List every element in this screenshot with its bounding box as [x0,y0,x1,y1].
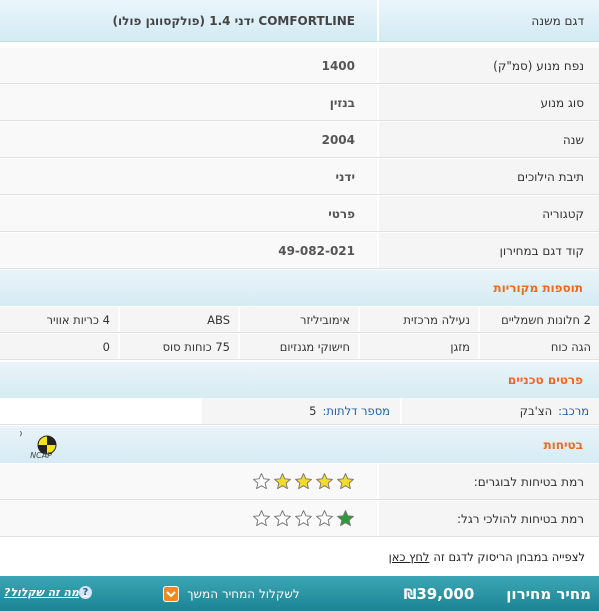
spec-row-year: שנה 2004 [0,122,599,158]
euro-ncap-logo-icon: EURO NCAP [0,430,57,460]
chevron-down-icon[interactable] [163,585,180,602]
star-filled-icon [336,509,355,528]
svg-text:EURO: EURO [20,430,22,439]
spec-value: 49-082-021 [0,233,377,268]
star-empty-icon [252,472,271,491]
price-bar: מחיר מחירון ₪39,000 לשקלול המחיר המשך ? … [0,576,599,611]
spec-row-engine-volume: נפח מנוע (סמ"ק) 1400 [0,48,599,84]
empty-cell [0,398,200,424]
price-value: ₪39,000 [400,585,475,603]
extras-row: הגה כוח מזגן חישוקי מגנזיום 75 כוחות סוס… [0,334,599,360]
model-row: דגם משנה COMFORTLINE ידני 1.4 (פולקסווגן… [0,0,599,42]
technical-row: מרכב: הצ'בק מספר דלתות: 5 [0,398,599,425]
technical-section-title: פרטים טכניים [0,362,599,398]
star-empty-icon [252,509,271,528]
weighted-price-label: לשקלול המחיר המשך [187,586,300,601]
svg-text:NCAP: NCAP [30,451,52,460]
spec-label: קטגוריה [377,196,599,231]
star-filled-icon [294,472,313,491]
extras-section-title: תוספות מקוריות [0,270,599,306]
safety-section: בטיחות [0,426,599,463]
safety-pedestrians-value [0,501,377,536]
spec-value: בנזין [0,85,377,120]
doors-cell: מספר דלתות: 5 [200,398,400,424]
spec-value: 1400 [0,48,377,83]
star-filled-icon [336,472,355,491]
spec-label: שנה [377,122,599,157]
pedestrian-safety-stars [252,509,355,528]
doors-label: מספר דלתות: [322,404,390,418]
safety-adults-label: רמת בטיחות לבוגרים: [377,464,599,499]
crash-test-row: לצפייה במבחן הריסוק לדגם זה לחץ כאן [0,538,599,575]
extra-item: מזגן [358,334,478,359]
what-is-weighting-link[interactable]: ? מה זה שקלול? [4,586,96,599]
spec-row-category: קטגוריה פרטי [0,196,599,232]
body-type-label: מרכב: [558,404,589,418]
extra-item: אימוביליזר [238,307,358,332]
extra-item: 75 כוחות סוס [118,334,238,359]
doors-value: 5 [309,404,317,418]
price-amount: 39,000 [416,584,475,603]
safety-adults-value [0,464,377,499]
star-empty-icon [315,509,334,528]
extra-item: 4 כריות אוויר [46,312,111,327]
star-filled-icon [315,472,334,491]
star-filled-icon [273,472,292,491]
star-empty-icon [294,509,313,528]
adult-safety-stars [252,472,355,491]
weighted-price-button[interactable]: לשקלול המחיר המשך [163,585,300,602]
crash-test-text: לצפייה במבחן הריסוק לדגם זה [433,549,585,564]
extra-item: ABS [118,307,238,332]
star-empty-icon [273,509,292,528]
body-type-cell: מרכב: הצ'בק [400,398,599,424]
spec-row-model-code: קוד דגם במחירון 49-082-021 [0,233,599,269]
spec-label: סוג מנוע [377,85,599,120]
spec-label: תיבת הילוכים [377,159,599,194]
extra-item: הגה כוח [478,334,599,359]
spec-value: פרטי [0,196,377,231]
currency-symbol: ₪ [403,586,417,603]
spec-row-engine-type: סוג מנוע בנזין [0,85,599,121]
price-label: מחיר מחירון [506,584,591,603]
model-value: COMFORTLINE ידני 1.4 (פולקסווגן פולו) [112,14,355,28]
model-label: דגם משנה [377,0,599,41]
extra-item: חישוקי מגנזיום [238,334,358,359]
safety-section-title: בטיחות [543,437,583,452]
spec-value: 2004 [0,122,377,157]
extra-item: 0 [102,339,110,354]
help-icon: ? [78,586,92,599]
extra-item: 2 חלונות חשמליים [478,307,599,332]
extras-row: 2 חלונות חשמליים נעילה מרכזית אימוביליזר… [0,307,599,333]
spec-row-gearbox: תיבת הילוכים ידני [0,159,599,195]
euro-ncap-logo: EURO NCAP [0,428,74,462]
crash-test-link[interactable]: לחץ כאן [389,550,430,564]
spec-value: ידני [0,159,377,194]
what-is-weighting-label: מה זה שקלול? [4,586,79,599]
safety-row-pedestrians: רמת בטיחות להולכי רגל: [0,501,599,537]
body-type-value: הצ'בק [519,404,553,418]
safety-row-adults: רמת בטיחות לבוגרים: [0,464,599,500]
extra-item: נעילה מרכזית [358,307,478,332]
spec-label: נפח מנוע (סמ"ק) [377,48,599,83]
spec-label: קוד דגם במחירון [377,233,599,268]
safety-pedestrians-label: רמת בטיחות להולכי רגל: [377,501,599,536]
